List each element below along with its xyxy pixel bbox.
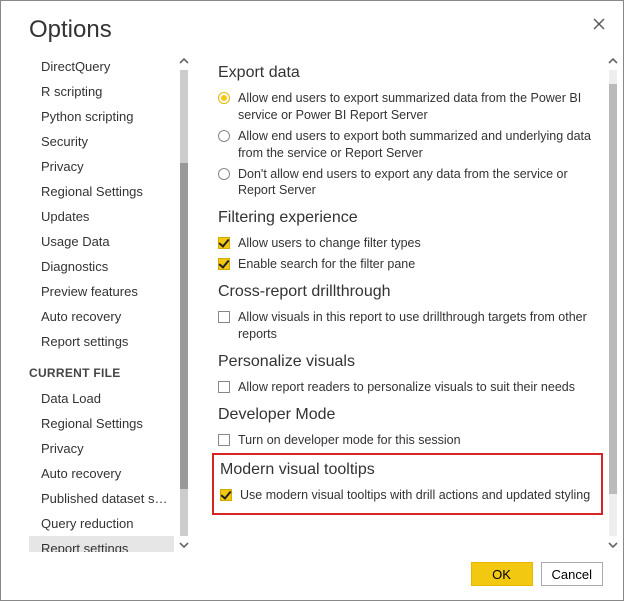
ok-button[interactable]: OK [471,562,533,586]
chevron-up-icon[interactable] [606,54,620,68]
content-inner: Export data Allow end users to export su… [194,54,603,552]
checkbox-icon[interactable] [218,311,230,323]
radio-icon[interactable] [218,168,230,180]
content-pane: Export data Allow end users to export su… [194,54,623,552]
sidebar-item-global[interactable]: Auto recovery [29,304,174,329]
cancel-button[interactable]: Cancel [541,562,603,586]
sidebar-item-global[interactable]: Diagnostics [29,254,174,279]
checkbox-label: Allow visuals in this report to use dril… [238,309,603,343]
filtering-check-0[interactable]: Allow users to change filter types [218,235,603,252]
sidebar-item-global[interactable]: Preview features [29,279,174,304]
sidebar-item-global[interactable]: Regional Settings [29,179,174,204]
checkbox-label: Allow report readers to personalize visu… [238,379,603,396]
sidebar-item-cf-report-settings[interactable]: Report settings [29,536,174,552]
sidebar-item-cf[interactable]: Privacy [29,436,174,461]
checkbox-label: Allow users to change filter types [238,235,603,252]
radio-icon[interactable] [218,92,230,104]
tooltips-check-0[interactable]: Use modern visual tooltips with drill ac… [220,487,595,504]
dialog-title: Options [29,16,112,44]
checkbox-label: Enable search for the filter pane [238,256,603,273]
sidebar-item-global[interactable]: R scripting [29,79,174,104]
export-option-2[interactable]: Don't allow end users to export any data… [218,166,603,200]
checkbox-label: Turn on developer mode for this session [238,432,603,449]
sidebar-heading-current-file: CURRENT FILE [29,354,174,386]
checkbox-icon[interactable] [220,489,232,501]
checkbox-icon[interactable] [218,381,230,393]
scrollbar-thumb[interactable] [180,163,188,489]
sidebar-item-cf[interactable]: Auto recovery [29,461,174,486]
scrollbar-track[interactable] [180,70,188,536]
checkbox-label: Use modern visual tooltips with drill ac… [240,487,595,504]
chevron-down-icon[interactable] [606,538,620,552]
export-option-0[interactable]: Allow end users to export summarized dat… [218,90,603,124]
sidebar-item-global[interactable]: Usage Data [29,229,174,254]
section-title-export: Export data [218,64,603,82]
chevron-up-icon[interactable] [177,54,191,68]
checkbox-icon[interactable] [218,434,230,446]
section-title-crossreport: Cross-report drillthrough [218,283,603,301]
section-title-devmode: Developer Mode [218,406,603,424]
radio-label: Allow end users to export both summarize… [238,128,603,162]
highlight-box: Modern visual tooltips Use modern visual… [212,453,603,516]
chevron-down-icon[interactable] [177,538,191,552]
sidebar-item-cf[interactable]: Regional Settings [29,411,174,436]
sidebar-item-global[interactable]: Report settings [29,329,174,354]
sidebar-list: DirectQuery R scripting Python scripting… [29,54,174,552]
checkbox-icon[interactable] [218,237,230,249]
section-title-tooltips: Modern visual tooltips [220,461,595,479]
scrollbar-thumb[interactable] [609,84,617,494]
sidebar: DirectQuery R scripting Python scripting… [29,54,174,552]
section-title-filtering: Filtering experience [218,209,603,227]
personalize-check-0[interactable]: Allow report readers to personalize visu… [218,379,603,396]
dialog-header: Options [1,1,623,44]
filtering-check-1[interactable]: Enable search for the filter pane [218,256,603,273]
sidebar-item-global[interactable]: Updates [29,204,174,229]
sidebar-item-cf[interactable]: Published dataset set... [29,486,174,511]
radio-label: Allow end users to export summarized dat… [238,90,603,124]
dialog-body: DirectQuery R scripting Python scripting… [1,44,623,552]
content-scrollbar[interactable] [603,54,623,552]
devmode-check-0[interactable]: Turn on developer mode for this session [218,432,603,449]
sidebar-scrollbar[interactable] [174,54,194,552]
sidebar-item-global[interactable]: Python scripting [29,104,174,129]
sidebar-item-global[interactable]: Security [29,129,174,154]
sidebar-item-cf[interactable]: Data Load [29,386,174,411]
sidebar-item-cf[interactable]: Query reduction [29,511,174,536]
scrollbar-track[interactable] [609,70,617,536]
dialog-footer: OK Cancel [1,552,623,600]
sidebar-item-global[interactable]: DirectQuery [29,54,174,79]
export-option-1[interactable]: Allow end users to export both summarize… [218,128,603,162]
options-dialog: Options DirectQuery R scripting Python s… [0,0,624,601]
radio-label: Don't allow end users to export any data… [238,166,603,200]
close-icon[interactable] [591,16,607,32]
radio-icon[interactable] [218,130,230,142]
section-title-personalize: Personalize visuals [218,353,603,371]
sidebar-item-global[interactable]: Privacy [29,154,174,179]
crossreport-check-0[interactable]: Allow visuals in this report to use dril… [218,309,603,343]
checkbox-icon[interactable] [218,258,230,270]
